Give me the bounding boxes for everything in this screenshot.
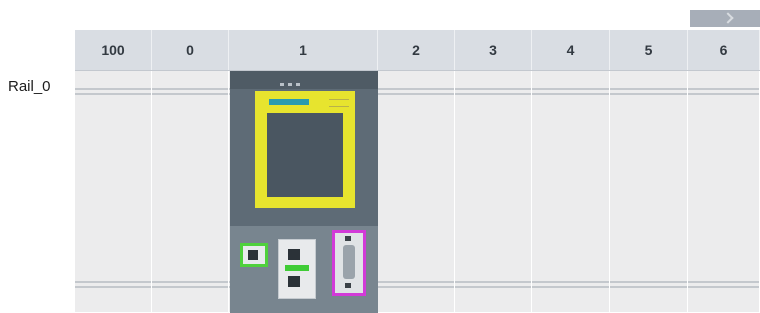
dual-port-icon[interactable] [278, 239, 316, 299]
expand-icon [722, 12, 734, 24]
module-ports-area [230, 226, 378, 313]
slot-2[interactable] [378, 71, 455, 312]
slot-header-3: 3 [455, 30, 532, 70]
slot-header-2: 2 [378, 30, 455, 70]
slot-header-1: 1 [229, 30, 378, 70]
slot-100[interactable] [75, 71, 152, 312]
collapse-tab[interactable] [690, 10, 760, 27]
slot-3[interactable] [455, 71, 532, 312]
display-screen [267, 113, 343, 197]
cpu-module[interactable] [230, 71, 378, 313]
slot-5[interactable] [610, 71, 688, 312]
display-frame[interactable] [255, 91, 355, 208]
slot-0[interactable] [152, 71, 229, 312]
slot-header-5: 5 [610, 30, 688, 70]
slot-header-6: 6 [688, 30, 760, 70]
brand-logo [269, 99, 309, 105]
slot-header: 100 0 1 2 3 4 5 6 [75, 30, 760, 71]
slot-6[interactable] [688, 71, 760, 312]
slot-header-4: 4 [532, 30, 610, 70]
slot-header-100: 100 [75, 30, 152, 70]
profinet-port-icon[interactable] [240, 243, 268, 267]
status-leds [280, 83, 300, 86]
module-top [230, 71, 378, 89]
model-label [329, 99, 349, 107]
rail [75, 71, 760, 312]
rail-label: Rail_0 [8, 78, 51, 95]
sub-d-port-icon[interactable] [332, 230, 366, 296]
slot-4[interactable] [532, 71, 610, 312]
slot-header-0: 0 [152, 30, 229, 70]
